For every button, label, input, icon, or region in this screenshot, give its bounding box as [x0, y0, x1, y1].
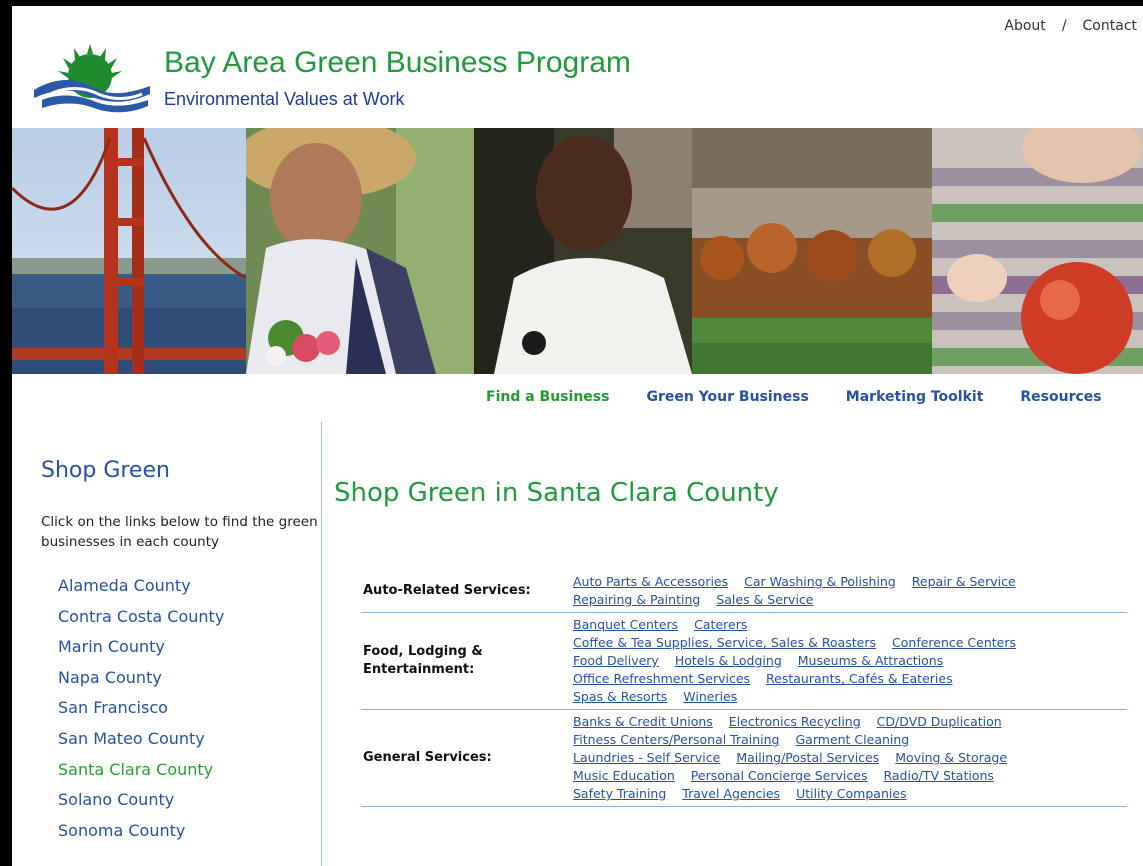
business-category-link[interactable]: Garment Cleaning	[796, 732, 910, 747]
business-category-link[interactable]: Sales & Service	[716, 592, 813, 607]
category-row: Auto-Related Services: Auto Parts & Acces…	[361, 570, 1127, 613]
link-line: Auto Parts & Accessories Car Washing & Po…	[573, 573, 1127, 591]
county-link[interactable]: Alameda County	[58, 573, 224, 604]
about-link[interactable]: About	[1004, 18, 1045, 34]
golden-gate-bridge-photo	[12, 128, 246, 374]
sidebar-intro: Click on the links below to find the gre…	[41, 514, 318, 550]
page-frame-top	[12, 0, 1143, 6]
county-link[interactable]: Napa County	[58, 665, 224, 696]
business-category-link[interactable]: Auto Parts & Accessories	[573, 574, 728, 589]
program-logo-icon[interactable]	[32, 38, 152, 118]
county-link[interactable]: Contra Costa County	[58, 604, 224, 635]
nav-green-your-business[interactable]: Green Your Business	[646, 389, 808, 405]
chef-photo	[474, 128, 692, 374]
category-links: Banks & Credit Unions Electronics Recycli…	[573, 710, 1127, 806]
page-frame-left	[0, 0, 12, 866]
link-line: Food Delivery Hotels & Lodging Museums & A…	[573, 652, 1127, 670]
woman-with-flowers-photo	[246, 128, 474, 374]
utility-links: About / Contact	[1004, 18, 1137, 34]
business-category-link[interactable]: Laundries - Self Service	[573, 750, 720, 765]
page-title: Shop Green in Santa Clara County	[334, 478, 779, 508]
business-category-link[interactable]: Car Washing & Polishing	[744, 574, 896, 589]
business-category-link[interactable]: Caterers	[694, 617, 747, 632]
business-category-link[interactable]: Repairing & Painting	[573, 592, 700, 607]
link-line: Banks & Credit Unions Electronics Recycli…	[573, 713, 1127, 731]
county-link[interactable]: Solano County	[58, 787, 224, 818]
link-line: Fitness Centers/Personal Training Garment…	[573, 731, 1127, 749]
business-category-link[interactable]: Food Delivery	[573, 653, 659, 668]
link-line: Repairing & Painting Sales & Service	[573, 591, 1127, 609]
county-link[interactable]: Santa Clara County	[58, 757, 224, 788]
banner-photo-strip	[12, 128, 1143, 374]
business-category-link[interactable]: Electronics Recycling	[729, 714, 861, 729]
business-category-link[interactable]: Hotels & Lodging	[675, 653, 782, 668]
link-line: Music Education Personal Concierge Servic…	[573, 767, 1127, 785]
business-category-link[interactable]: Utility Companies	[796, 786, 907, 801]
business-category-link[interactable]: Coffee & Tea Supplies, Service, Sales & …	[573, 635, 876, 650]
link-line: Safety Training Travel Agencies Utility Co…	[573, 785, 1127, 803]
category-links: Banquet Centers Caterers Coffee & Tea Supp…	[573, 613, 1127, 709]
business-category-link[interactable]: Banks & Credit Unions	[573, 714, 713, 729]
sidebar-title: Shop Green	[41, 458, 170, 483]
county-link[interactable]: San Francisco	[58, 695, 224, 726]
category-label-line: Entertainment:	[363, 662, 475, 677]
program-title[interactable]: Bay Area Green Business Program	[164, 46, 631, 80]
link-line: Office Refreshment Services Restaurants, …	[573, 670, 1127, 688]
business-category-link[interactable]: Safety Training	[573, 786, 666, 801]
link-line: Banquet Centers Caterers	[573, 616, 1127, 634]
nav-resources[interactable]: Resources	[1020, 389, 1101, 405]
program-tagline: Environmental Values at Work	[164, 89, 405, 109]
category-row: General Services: Banks & Credit Unions El…	[361, 710, 1127, 807]
link-line: Laundries - Self Service Mailing/Postal S…	[573, 749, 1127, 767]
category-label-line: Auto-Related Services:	[363, 583, 531, 598]
category-links: Auto Parts & Accessories Car Washing & Po…	[573, 570, 1127, 612]
category-label-line: General Services:	[363, 750, 492, 765]
county-link[interactable]: Sonoma County	[58, 818, 224, 849]
utility-separator: /	[1061, 18, 1067, 34]
business-category-link[interactable]: Museums & Attractions	[798, 653, 943, 668]
business-category-link[interactable]: Music Education	[573, 768, 675, 783]
business-category-link[interactable]: Repair & Service	[912, 574, 1016, 589]
business-category-link[interactable]: Wineries	[683, 689, 737, 704]
sidebar-divider	[321, 422, 322, 866]
business-category-link[interactable]: Mailing/Postal Services	[736, 750, 879, 765]
vineyard-photo	[692, 128, 932, 374]
nav-find-a-business[interactable]: Find a Business	[486, 389, 609, 405]
business-category-link[interactable]: Personal Concierge Services	[691, 768, 868, 783]
business-category-link[interactable]: Restaurants, Cafés & Eateries	[766, 671, 953, 686]
business-category-link[interactable]: CD/DVD Duplication	[877, 714, 1002, 729]
business-category-link[interactable]: Travel Agencies	[682, 786, 780, 801]
category-label: Food, Lodging & Entertainment:	[361, 613, 573, 709]
category-label: General Services:	[361, 710, 573, 806]
category-table: Auto-Related Services: Auto Parts & Acces…	[361, 570, 1127, 807]
nav-marketing-toolkit[interactable]: Marketing Toolkit	[846, 389, 984, 405]
category-label-line: Food, Lodging &	[363, 644, 483, 659]
county-link[interactable]: Marin County	[58, 634, 224, 665]
link-line: Coffee & Tea Supplies, Service, Sales & …	[573, 634, 1127, 652]
contact-link[interactable]: Contact	[1083, 18, 1137, 34]
county-link[interactable]: San Mateo County	[58, 726, 224, 757]
county-list: Alameda County Contra Costa County Marin C…	[58, 573, 224, 848]
link-line: Spas & Resorts Wineries	[573, 688, 1127, 706]
child-with-apple-photo	[932, 128, 1143, 374]
category-row: Food, Lodging & Entertainment: Banquet Cen…	[361, 613, 1127, 710]
category-label: Auto-Related Services:	[361, 570, 573, 612]
business-category-link[interactable]: Fitness Centers/Personal Training	[573, 732, 780, 747]
business-category-link[interactable]: Radio/TV Stations	[883, 768, 993, 783]
business-category-link[interactable]: Spas & Resorts	[573, 689, 667, 704]
business-category-link[interactable]: Moving & Storage	[895, 750, 1007, 765]
business-category-link[interactable]: Conference Centers	[892, 635, 1016, 650]
business-category-link[interactable]: Banquet Centers	[573, 617, 678, 632]
business-category-link[interactable]: Office Refreshment Services	[573, 671, 750, 686]
main-navigation: Find a Business Green Your Business Market…	[486, 389, 1102, 405]
